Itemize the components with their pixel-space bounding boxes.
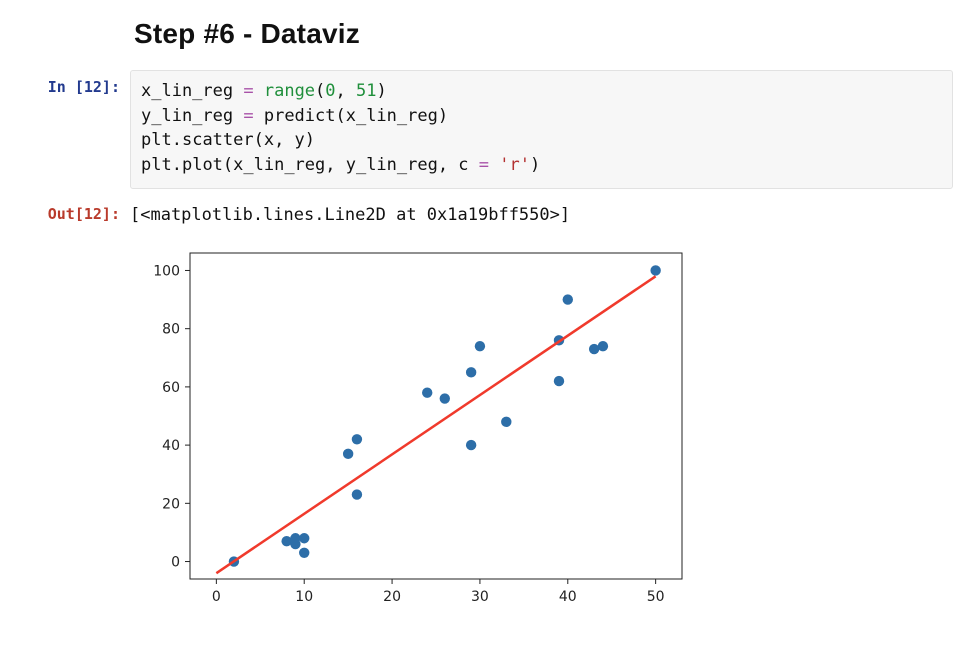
y-tick: 40 — [162, 438, 190, 454]
y-tick: 60 — [162, 379, 190, 395]
data-point — [466, 367, 476, 377]
data-point — [422, 387, 432, 397]
x-tick: 20 — [383, 579, 401, 605]
data-point — [598, 341, 608, 351]
data-point — [440, 393, 450, 403]
output-text: [<matplotlib.lines.Line2D at 0x1a19bff55… — [130, 197, 953, 225]
x-tick-label: 10 — [295, 589, 313, 605]
data-point — [466, 439, 476, 449]
x-tick: 10 — [295, 579, 313, 605]
x-tick: 50 — [647, 579, 665, 605]
data-point — [352, 489, 362, 499]
chart-output: 0 10 20 30 40 50 0 20 40 60 80 100 — [130, 239, 953, 619]
x-tick-label: 50 — [647, 589, 665, 605]
x-tick-label: 40 — [559, 589, 577, 605]
x-tick-label: 20 — [383, 589, 401, 605]
data-point — [650, 265, 660, 275]
y-tick: 80 — [162, 321, 190, 337]
data-point — [343, 448, 353, 458]
data-point — [563, 294, 573, 304]
x-tick: 0 — [212, 579, 221, 605]
regression-line — [216, 276, 655, 573]
x-tick: 30 — [471, 579, 489, 605]
y-tick-label: 100 — [153, 263, 180, 279]
x-tick: 40 — [559, 579, 577, 605]
code-block[interactable]: x_lin_reg = range(0, 51) y_lin_reg = pre… — [130, 70, 953, 189]
data-point — [554, 375, 564, 385]
data-point — [352, 434, 362, 444]
input-prompt: In [12]: — [20, 70, 130, 96]
data-point — [299, 547, 309, 557]
data-point — [299, 533, 309, 543]
plot-frame — [190, 253, 682, 579]
scatter-plot: 0 10 20 30 40 50 0 20 40 60 80 100 — [130, 239, 700, 619]
y-tick-label: 0 — [171, 554, 180, 570]
x-tick-label: 0 — [212, 589, 221, 605]
y-tick-label: 20 — [162, 496, 180, 512]
output-cell: Out[12]: [<matplotlib.lines.Line2D at 0x… — [20, 197, 953, 225]
data-point — [475, 341, 485, 351]
y-tick: 0 — [171, 554, 190, 570]
x-tick-label: 30 — [471, 589, 489, 605]
y-tick-label: 60 — [162, 379, 180, 395]
input-cell: In [12]: x_lin_reg = range(0, 51) y_lin_… — [20, 70, 953, 189]
y-tick-label: 40 — [162, 438, 180, 454]
y-tick: 100 — [153, 263, 190, 279]
output-prompt: Out[12]: — [20, 197, 130, 223]
y-tick: 20 — [162, 496, 190, 512]
data-point — [501, 416, 511, 426]
y-tick-label: 80 — [162, 321, 180, 337]
section-heading: Step #6 - Dataviz — [134, 18, 953, 50]
